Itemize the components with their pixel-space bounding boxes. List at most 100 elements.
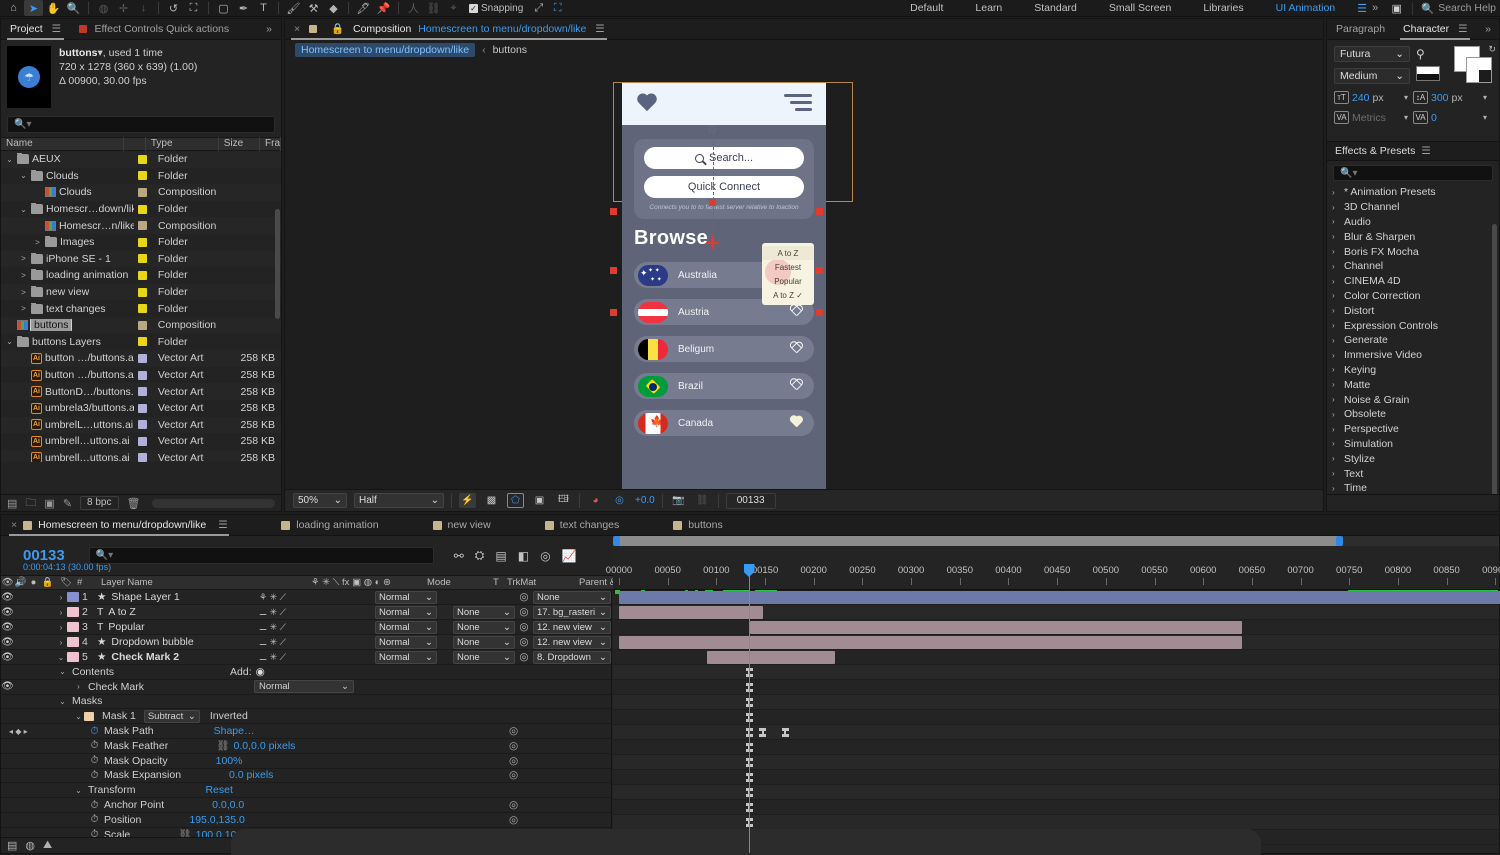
take-snapshot-icon[interactable]: 📷 <box>670 493 687 508</box>
delete-icon[interactable]: 🗑 <box>127 497 141 510</box>
exposure-value[interactable]: +0.0 <box>635 495 655 506</box>
new-composition-icon[interactable]: ▣ <box>44 497 54 510</box>
workspace-default[interactable]: Default <box>894 0 959 17</box>
chevron-down-icon[interactable]: ▾ <box>1483 93 1487 102</box>
composition-viewer-stage[interactable]: Search... Quick Connect Connects you to … <box>285 60 1323 498</box>
timeline-layer-row[interactable]: 👁 › 3 T Popular ⚊ ✳ ⟋ Normal ⌄ None ⌄ ◎ 12. new vie… <box>1 620 611 635</box>
puppet-starch-icon[interactable]: 人 <box>404 0 423 16</box>
effects-category-row[interactable]: › Channel <box>1327 259 1499 274</box>
effects-category-row[interactable]: › Simulation <box>1327 437 1499 452</box>
timeline-property-row[interactable]: 👁 › Check Mark Normal ⌄ <box>1 680 611 695</box>
parent-select[interactable]: None ⌄ <box>533 590 611 604</box>
disclosure-triangle[interactable]: ⌄ <box>73 786 84 795</box>
expression-icon[interactable]: ◎ <box>509 814 518 826</box>
timeline-track-row[interactable] <box>613 680 1499 695</box>
timeline-property-row[interactable]: ⌄ Contents Add: ◉ <box>1 665 611 680</box>
composition-menu-icon[interactable]: ☰ <box>595 19 604 40</box>
effects-category-row[interactable]: › Keying <box>1327 363 1499 378</box>
keyframe-navigator[interactable]: ◂ ◆ ▸ <box>9 727 28 736</box>
anchor-point-icon[interactable] <box>706 236 719 249</box>
show-channel-icon[interactable]: 🖽 <box>555 493 572 508</box>
label-color-swatch[interactable] <box>138 337 148 347</box>
project-list-item[interactable]: > new view Folder <box>1 283 281 301</box>
layer-label-color[interactable] <box>67 637 79 647</box>
tab-effect-controls[interactable]: Effect Controls Quick actions <box>70 19 239 40</box>
label-color-swatch[interactable] <box>138 187 148 197</box>
favorite-icon[interactable] <box>789 342 804 356</box>
disclosure-triangle[interactable]: › <box>1332 232 1339 241</box>
timeline-layer-row[interactable]: 👁 › 2 T A to Z ⚊ ✳ ⟋ Normal ⌄ None ⌄ ◎ 17. bg_raste… <box>1 605 611 620</box>
project-list-item[interactable]: Ai umbrela3/buttons.ai Vector Art 258 KB <box>1 400 281 417</box>
mask-mode-select[interactable]: Subtract ⌄ <box>143 709 200 723</box>
label-color-swatch[interactable] <box>138 353 148 363</box>
chevron-down-icon[interactable]: ▾ <box>1404 113 1408 122</box>
disclosure-triangle[interactable]: › <box>1332 306 1339 315</box>
link-icon[interactable]: ⛓ <box>216 740 229 752</box>
stopwatch-icon[interactable]: ⏱ <box>89 814 100 825</box>
label-color-swatch[interactable] <box>138 237 148 247</box>
timeline-track-row[interactable] <box>613 635 1499 650</box>
layer-duration-bar[interactable] <box>619 636 1243 649</box>
timeline-track-row[interactable] <box>613 665 1499 680</box>
effects-category-row[interactable]: › Distort <box>1327 303 1499 318</box>
project-search-input[interactable]: 🔍 ▾ <box>7 116 275 133</box>
workspace-overflow-icon[interactable]: » <box>1372 2 1381 14</box>
label-color-swatch[interactable] <box>138 204 148 214</box>
disclosure-triangle[interactable]: › <box>55 593 67 602</box>
motion-blur-icon[interactable]: ◎ <box>540 549 550 563</box>
timeline-property-row[interactable]: ⌄ Transform Reset <box>1 783 611 799</box>
timeline-zoom-icon[interactable]: ⛰ <box>43 839 52 852</box>
disclosure-triangle[interactable]: ⌄ <box>5 155 14 164</box>
label-color-swatch[interactable] <box>138 370 148 380</box>
disclosure-triangle[interactable]: › <box>1332 203 1339 212</box>
layer-label-color[interactable] <box>67 652 79 662</box>
disclosure-triangle[interactable]: › <box>1332 277 1339 286</box>
column-frame-rate[interactable]: Fra <box>260 137 281 151</box>
project-list-item[interactable]: Homescr…n/like Composition <box>1 217 281 234</box>
effects-category-row[interactable]: › Matte <box>1327 377 1499 392</box>
layer-duration-bar[interactable] <box>619 591 1500 604</box>
effects-category-row[interactable]: › Perspective <box>1327 422 1499 437</box>
zoom-level-select[interactable]: 50% ⌄ <box>293 493 347 508</box>
toggle-switches-modes-icon[interactable]: ▤ <box>7 839 17 852</box>
home-icon[interactable]: ⌂ <box>4 0 23 16</box>
effects-category-row[interactable]: › Audio <box>1327 215 1499 230</box>
disclosure-triangle[interactable]: ⌄ <box>73 712 84 721</box>
project-list-item[interactable]: Ai umbrelL…uttons.ai Vector Art 258 KB <box>1 416 281 434</box>
selection-handle-ml[interactable] <box>610 267 617 274</box>
disclosure-triangle[interactable]: › <box>1332 439 1339 448</box>
work-area-fill[interactable] <box>617 536 1340 546</box>
blend-mode-select[interactable]: Normal ⌄ <box>375 620 437 634</box>
timeline-menu-icon[interactable]: ☰ <box>218 515 227 536</box>
timeline-property-row[interactable]: ⏱ Mask Expansion 0.0 pixels ◎ <box>1 769 611 784</box>
workspace-ui-animation[interactable]: UI Animation <box>1260 0 1352 17</box>
disclosure-triangle[interactable]: › <box>55 608 67 617</box>
disclosure-triangle[interactable]: › <box>1332 291 1339 300</box>
label-color-swatch[interactable] <box>138 270 148 280</box>
resolution-select[interactable]: Half ⌄ <box>354 493 444 508</box>
disclosure-triangle[interactable]: › <box>1332 410 1339 419</box>
disclosure-triangle[interactable]: › <box>1332 380 1339 389</box>
hand-tool-icon[interactable]: ✋ <box>44 0 63 16</box>
stopwatch-icon[interactable]: ⏱ <box>89 725 100 738</box>
project-list-item[interactable]: Ai umbrell…uttons.ai Vector Art 258 KB <box>1 449 281 462</box>
pan-behind-tool-icon[interactable]: ⛶ <box>184 0 203 16</box>
project-list-item[interactable]: ⌄ buttons Layers Folder <box>1 334 281 351</box>
timeline-track-row[interactable] <box>613 800 1499 815</box>
show-snapshot-icon[interactable]: ⛓ <box>694 493 711 508</box>
track-matte-select[interactable]: None ⌄ <box>453 620 515 634</box>
workspace-small-screen[interactable]: Small Screen <box>1093 0 1187 17</box>
tab-character[interactable]: Character ☰ <box>1394 19 1476 40</box>
timeline-track-row[interactable] <box>613 650 1499 665</box>
frame-render-time-icon[interactable]: ◍ <box>25 839 35 852</box>
disclosure-triangle[interactable]: › <box>1332 469 1339 478</box>
disclosure-triangle[interactable]: ⌄ <box>19 205 28 214</box>
label-color-swatch[interactable] <box>138 320 148 330</box>
project-menu-icon[interactable]: ☰ <box>52 19 61 40</box>
stroke-color-swatch[interactable] <box>1466 57 1492 83</box>
layer-label-color[interactable] <box>67 622 79 632</box>
selection-handle-tl[interactable] <box>610 208 617 215</box>
layer-visibility-icon[interactable]: 👁 <box>1 607 14 618</box>
parent-select[interactable]: 17. bg_rasteri ⌄ <box>533 605 611 619</box>
playhead[interactable] <box>743 564 755 853</box>
